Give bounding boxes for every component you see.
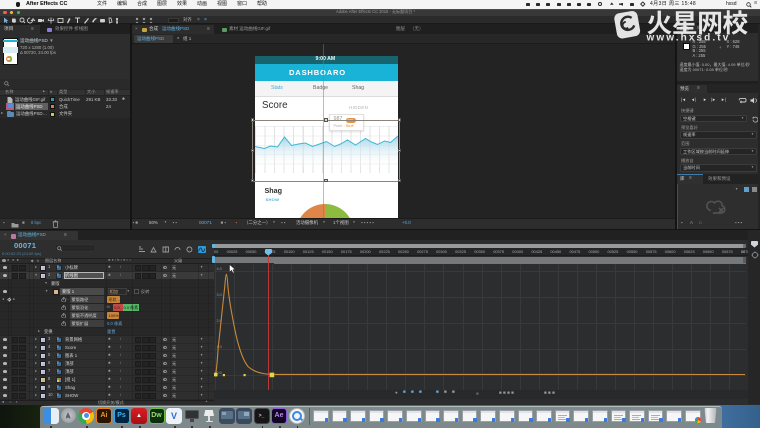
svg-text:www.hxsd.tv: www.hxsd.tv xyxy=(646,32,731,43)
